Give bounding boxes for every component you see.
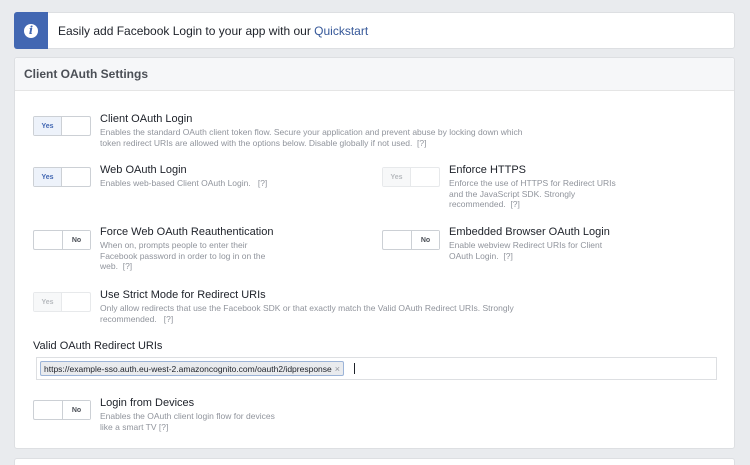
remove-token-icon[interactable]: × xyxy=(335,364,340,374)
help-link[interactable]: [?] xyxy=(258,178,267,188)
panel-title: Client OAuth Settings xyxy=(15,58,734,91)
quickstart-banner: i Easily add Facebook Login to your app … xyxy=(14,12,735,49)
strict-mode-title: Use Strict Mode for Redirect URIs xyxy=(100,289,266,301)
banner-text: Easily add Facebook Login to your app wi… xyxy=(58,24,368,38)
help-link[interactable]: [?] xyxy=(164,314,173,324)
client-oauth-login-title: Client OAuth Login xyxy=(100,113,193,125)
embedded-browser-title: Embedded Browser OAuth Login xyxy=(449,226,610,238)
web-oauth-login-toggle[interactable]: Yes xyxy=(33,167,91,187)
redirect-uri-text: https://example-sso.auth.eu-west-2.amazo… xyxy=(44,363,332,374)
force-reauth-title: Force Web OAuth Reauthentication xyxy=(100,226,274,238)
help-link[interactable]: [?] xyxy=(503,251,512,261)
help-link[interactable]: [?] xyxy=(417,138,426,148)
force-reauth-toggle[interactable]: No xyxy=(33,230,91,250)
web-oauth-login-title: Web OAuth Login xyxy=(100,164,187,176)
banner-message: Easily add Facebook Login to your app wi… xyxy=(58,23,311,38)
toggle-value: Yes xyxy=(34,117,62,135)
help-link[interactable]: [?] xyxy=(510,199,519,209)
web-oauth-login-desc: Enables web-based Client OAuth Login. [?… xyxy=(100,178,268,188)
help-link[interactable]: [?] xyxy=(123,261,132,271)
enforce-https-title: Enforce HTTPS xyxy=(449,164,527,176)
quickstart-link[interactable]: Quickstart xyxy=(314,24,368,38)
help-link[interactable]: [?] xyxy=(159,422,168,432)
redirect-uris-label: Valid OAuth Redirect URIs xyxy=(33,340,163,352)
toggle-value: No xyxy=(62,401,90,419)
strict-mode-desc: Only allow redirects that use the Facebo… xyxy=(100,303,514,324)
embedded-browser-toggle[interactable]: No xyxy=(382,230,440,250)
embedded-browser-desc: Enable webview Redirect URIs for Client … xyxy=(449,240,603,261)
info-icon-box: i xyxy=(14,12,48,49)
redirect-uri-token[interactable]: https://example-sso.auth.eu-west-2.amazo… xyxy=(40,361,345,376)
client-oauth-login-desc: Enables the standard OAuth client token … xyxy=(100,127,523,148)
text-caret xyxy=(354,363,356,374)
client-oauth-settings-panel: Client OAuth Settings Yes Client OAuth L… xyxy=(14,57,735,449)
toggle-value: No xyxy=(62,231,90,249)
toggle-value: Yes xyxy=(383,168,411,186)
toggle-value: Yes xyxy=(34,293,62,311)
login-devices-toggle[interactable]: No xyxy=(33,400,91,420)
info-icon: i xyxy=(24,23,38,38)
login-devices-title: Login from Devices xyxy=(100,397,195,409)
client-oauth-login-toggle[interactable]: Yes xyxy=(33,116,91,136)
redirect-uris-input[interactable]: https://example-sso.auth.eu-west-2.amazo… xyxy=(36,357,717,380)
enforce-https-toggle[interactable]: Yes xyxy=(382,167,440,187)
toggle-value: Yes xyxy=(34,168,62,186)
force-reauth-desc: When on, prompts people to enter their F… xyxy=(100,240,266,271)
next-panel-edge xyxy=(14,458,735,465)
enforce-https-desc: Enforce the use of HTTPS for Redirect UR… xyxy=(449,178,616,209)
toggle-value: No xyxy=(411,231,439,249)
strict-mode-toggle[interactable]: Yes xyxy=(33,292,91,312)
login-devices-desc: Enables the OAuth client login flow for … xyxy=(100,411,275,432)
